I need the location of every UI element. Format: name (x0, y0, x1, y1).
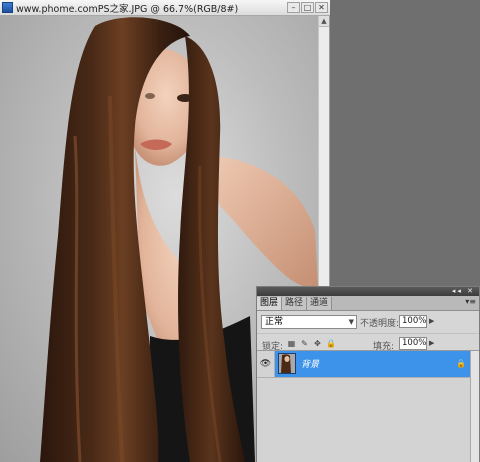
brush-icon[interactable]: ✎ (300, 339, 309, 348)
layer-thumbnail (278, 353, 296, 374)
chevron-down-icon: ▼ (348, 318, 354, 326)
move-icon[interactable]: ✥ (313, 339, 322, 348)
panel-menu-icon[interactable]: ▾≡ (465, 297, 476, 306)
eye-icon[interactable]: 👁 (257, 351, 275, 377)
blend-row: 正常 ▼ 不透明度: 100% ▶ (257, 311, 479, 333)
lock-icon[interactable]: 🔒 (326, 339, 336, 348)
layer-name: 背景 (301, 360, 320, 370)
opacity-slider-arrow-icon[interactable]: ▶ (429, 317, 434, 325)
maximize-button[interactable]: □ (301, 2, 314, 13)
fill-input[interactable]: 100% (399, 337, 427, 350)
close-button[interactable]: ✕ (315, 2, 328, 13)
fill-slider-arrow-icon[interactable]: ▶ (429, 339, 434, 347)
panel-scrollbar[interactable] (470, 351, 479, 462)
blend-mode-select[interactable]: 正常 ▼ (261, 315, 357, 329)
layers-list: 👁 背景 🔒 (257, 350, 479, 462)
layers-panel: ◂◂ ✕ 图层 路径 通道 ▾≡ 正常 ▼ 不透明度: 100% ▶ 锁定: ▦… (256, 286, 480, 462)
tab-paths[interactable]: 路径 (282, 297, 308, 310)
panel-collapse-close-icon[interactable]: ◂◂ ✕ (452, 287, 475, 296)
tab-channels[interactable]: 通道 (307, 297, 333, 310)
tab-layers[interactable]: 图层 (257, 297, 283, 310)
opacity-label: 不透明度: (360, 319, 400, 329)
minimize-button[interactable]: – (287, 2, 300, 13)
ps-doc-icon (2, 2, 13, 13)
layer-row[interactable]: 👁 背景 🔒 (257, 351, 470, 378)
opacity-input[interactable]: 100% (399, 315, 427, 328)
layer-selected[interactable]: 背景 🔒 (275, 351, 470, 377)
checker-lock-icon[interactable]: ▦ (287, 339, 296, 348)
blend-mode-value: 正常 (265, 317, 284, 327)
document-title: www.phome.comPS之家.JPG @ 66.7%(RGB/8#) (16, 3, 239, 15)
panel-tabs: 图层 路径 通道 ▾≡ (257, 296, 479, 311)
panel-header-bar[interactable]: ◂◂ ✕ (257, 287, 479, 296)
layer-lock-icon: 🔒 (456, 359, 466, 368)
window-buttons: – □ ✕ (287, 2, 328, 13)
scroll-up-arrow-icon[interactable]: ▲ (319, 16, 329, 27)
document-titlebar[interactable]: www.phome.comPS之家.JPG @ 66.7%(RGB/8#) – … (0, 0, 330, 16)
